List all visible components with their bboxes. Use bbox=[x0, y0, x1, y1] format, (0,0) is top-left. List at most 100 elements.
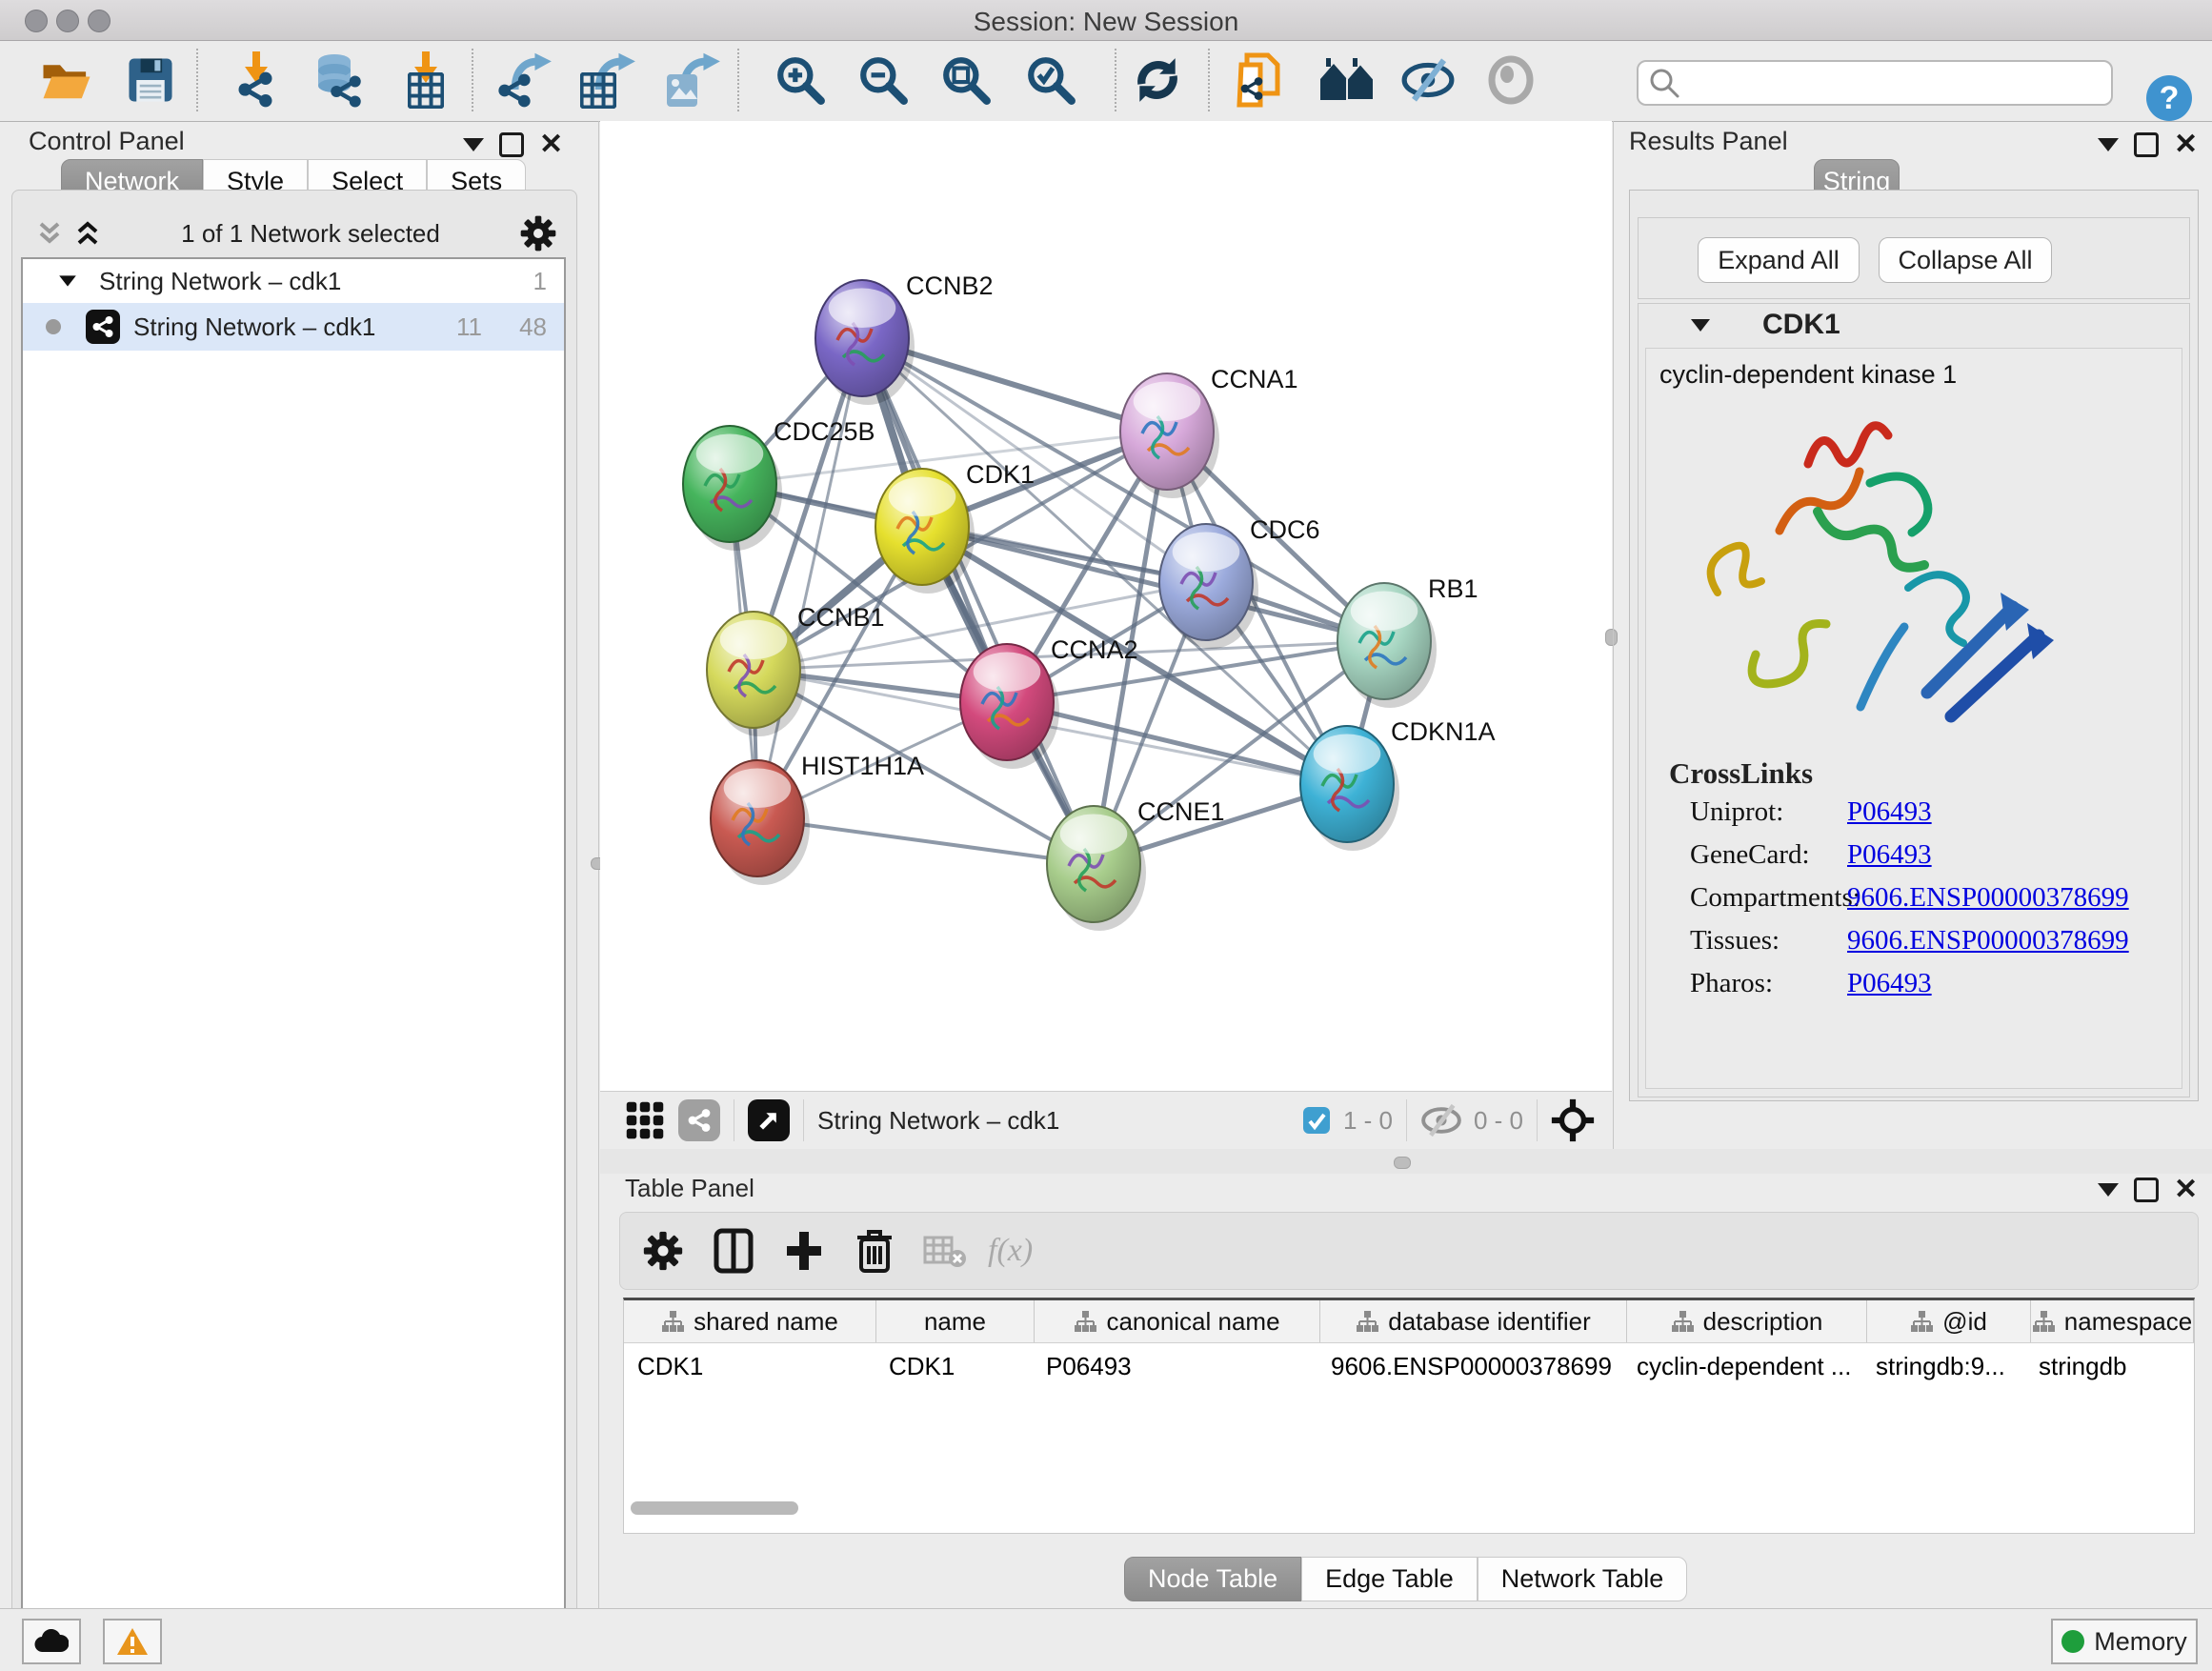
table-panel-float-icon[interactable] bbox=[2134, 1178, 2159, 1202]
network-node-CDC25B[interactable]: CDC25B bbox=[683, 417, 875, 551]
selected-checkbox-icon[interactable] bbox=[1301, 1105, 1332, 1136]
column-header-canonical-name[interactable]: canonical name bbox=[1035, 1300, 1320, 1342]
import-database-icon bbox=[310, 51, 367, 109]
edge-CCNB2-HIST1H1A[interactable] bbox=[757, 338, 862, 818]
network-node-CCNA1[interactable]: CCNA1 bbox=[1120, 365, 1298, 498]
network-node-CCNB1[interactable]: CCNB1 bbox=[707, 603, 885, 736]
import-table-button[interactable] bbox=[396, 50, 455, 110]
column-header-database-identifier[interactable]: database identifier bbox=[1320, 1300, 1627, 1342]
collapse-all-networks-icon[interactable] bbox=[35, 219, 64, 248]
add-column-button[interactable] bbox=[776, 1223, 832, 1278]
help-button[interactable]: ? bbox=[2145, 74, 2193, 122]
results-panel-collapse-icon[interactable] bbox=[2098, 138, 2119, 151]
node-label-CDK1: CDK1 bbox=[966, 460, 1035, 489]
houses-icon bbox=[1318, 56, 1377, 104]
cloud-status-button[interactable] bbox=[22, 1619, 81, 1664]
network-node-RB1[interactable]: RB1 bbox=[1337, 574, 1478, 708]
view-grid-icon[interactable] bbox=[625, 1100, 665, 1140]
zoom-selected-button[interactable] bbox=[1021, 50, 1080, 110]
cell-@id[interactable]: stringdb:9... bbox=[1862, 1343, 2025, 1389]
zoom-in-button[interactable] bbox=[771, 50, 830, 110]
results-panel-float-icon[interactable] bbox=[2134, 132, 2159, 157]
table-panel-collapse-icon[interactable] bbox=[2098, 1183, 2119, 1197]
table-tab-edge-table[interactable]: Edge Table bbox=[1301, 1557, 1478, 1601]
network-node-CDK1[interactable]: CDK1 bbox=[875, 460, 1035, 594]
control-panel-collapse-icon[interactable] bbox=[463, 138, 484, 151]
clone-network-button[interactable] bbox=[1231, 50, 1290, 110]
export-image-button[interactable] bbox=[662, 50, 721, 110]
hide-selected-button[interactable] bbox=[1398, 50, 1458, 110]
cell-namespace[interactable]: stringdb bbox=[2025, 1343, 2187, 1389]
network-collection-row[interactable]: String Network – cdk1 1 bbox=[23, 259, 564, 303]
refresh-view-button[interactable] bbox=[1128, 50, 1187, 110]
control-panel-close-icon[interactable]: ✕ bbox=[539, 135, 563, 154]
network-node-CCNB2[interactable]: CCNB2 bbox=[815, 272, 994, 405]
network-row-selected[interactable]: String Network – cdk1 11 48 bbox=[23, 303, 564, 351]
table-panel-tabs: Node TableEdge TableNetwork Table bbox=[1124, 1557, 1687, 1601]
fit-content-crosshair-icon[interactable] bbox=[1551, 1098, 1595, 1142]
bottom-splitter-handle[interactable] bbox=[1394, 1157, 1411, 1169]
table-settings-button[interactable] bbox=[635, 1223, 691, 1278]
gene-expand-icon[interactable] bbox=[1691, 319, 1710, 332]
search-input[interactable] bbox=[1680, 66, 2111, 100]
cell-name[interactable]: CDK1 bbox=[875, 1343, 1033, 1389]
export-table-icon bbox=[578, 51, 635, 109]
import-database-button[interactable] bbox=[309, 50, 368, 110]
network-node-CDKN1A[interactable]: CDKN1A bbox=[1300, 717, 1496, 851]
crosslink-link[interactable]: 9606.ENSP00000378699 bbox=[1847, 925, 2129, 956]
cell-shared-name[interactable]: CDK1 bbox=[624, 1343, 875, 1389]
detach-view-icon[interactable] bbox=[748, 1099, 790, 1141]
cell-description[interactable]: cyclin-dependent ... bbox=[1623, 1343, 1862, 1389]
network-node-CCNE1[interactable]: CCNE1 bbox=[1047, 797, 1225, 931]
network-options-gear-icon[interactable] bbox=[519, 214, 557, 252]
results-panel-close-icon[interactable]: ✕ bbox=[2174, 135, 2198, 154]
collection-expand-icon[interactable] bbox=[59, 275, 76, 286]
network-overview-icon[interactable] bbox=[678, 1099, 720, 1141]
cell-canonical-name[interactable]: P06493 bbox=[1033, 1343, 1317, 1389]
gene-section-header[interactable]: CDK1 bbox=[1639, 304, 2189, 346]
crosslink-link[interactable]: P06493 bbox=[1847, 839, 1932, 871]
column-label: database identifier bbox=[1388, 1307, 1590, 1337]
column-header-name[interactable]: name bbox=[876, 1300, 1035, 1342]
delete-column-button[interactable] bbox=[847, 1223, 902, 1278]
table-tab-network-table[interactable]: Network Table bbox=[1478, 1557, 1688, 1601]
zoom-fit-icon bbox=[940, 54, 992, 106]
column-header-@id[interactable]: @id bbox=[1867, 1300, 2031, 1342]
clear-table-button-disabled bbox=[917, 1223, 973, 1278]
table-tab-node-table[interactable]: Node Table bbox=[1124, 1557, 1301, 1601]
table-panel-close-icon[interactable]: ✕ bbox=[2174, 1180, 2198, 1199]
zoom-fit-button[interactable] bbox=[936, 50, 995, 110]
control-panel-float-icon[interactable] bbox=[499, 132, 524, 157]
column-tree-icon bbox=[2032, 1310, 2055, 1333]
network-node-CDC6[interactable]: CDC6 bbox=[1159, 515, 1320, 649]
expand-all-networks-icon[interactable] bbox=[73, 219, 102, 248]
memory-button[interactable]: Memory bbox=[2051, 1619, 2198, 1664]
save-session-button[interactable] bbox=[121, 50, 180, 110]
column-header-namespace[interactable]: namespace bbox=[2031, 1300, 2194, 1342]
warnings-button[interactable] bbox=[103, 1619, 162, 1664]
edge-CCNB2-CCNE1[interactable] bbox=[862, 338, 1094, 864]
network-node-HIST1H1A[interactable]: HIST1H1A bbox=[711, 752, 924, 885]
column-header-description[interactable]: description bbox=[1627, 1300, 1867, 1342]
table-horizontal-scrollbar[interactable] bbox=[627, 1501, 2189, 1517]
zoom-out-button[interactable] bbox=[854, 50, 913, 110]
network-current-dot bbox=[46, 319, 61, 334]
network-canvas[interactable]: CCNB2CCNA1CDC25BCDK1CDC6RB1CCNB1CCNA2CDK… bbox=[600, 121, 1612, 1091]
import-network-button[interactable] bbox=[229, 50, 288, 110]
open-session-button[interactable] bbox=[37, 50, 96, 110]
export-network-button[interactable] bbox=[495, 50, 554, 110]
show-columns-button[interactable] bbox=[706, 1223, 761, 1278]
crosslink-link[interactable]: P06493 bbox=[1847, 968, 1932, 999]
show-all-button[interactable] bbox=[1481, 50, 1540, 110]
crosslink-link[interactable]: P06493 bbox=[1847, 796, 1932, 828]
column-header-shared-name[interactable]: shared name bbox=[624, 1300, 876, 1342]
table-scrollbar-thumb[interactable] bbox=[631, 1501, 798, 1515]
collapse-all-button[interactable]: Collapse All bbox=[1879, 237, 2052, 283]
string-network-icon bbox=[86, 310, 120, 344]
export-table-button[interactable] bbox=[577, 50, 636, 110]
cell-database-identifier[interactable]: 9606.ENSP00000378699 bbox=[1317, 1343, 1623, 1389]
first-neighbors-button[interactable] bbox=[1318, 50, 1377, 110]
crosslink-link[interactable]: 9606.ENSP00000378699 bbox=[1847, 882, 2129, 914]
expand-all-button[interactable]: Expand All bbox=[1698, 237, 1860, 283]
node-table-row[interactable]: CDK1CDK1P064939606.ENSP00000378699cyclin… bbox=[624, 1343, 2194, 1389]
